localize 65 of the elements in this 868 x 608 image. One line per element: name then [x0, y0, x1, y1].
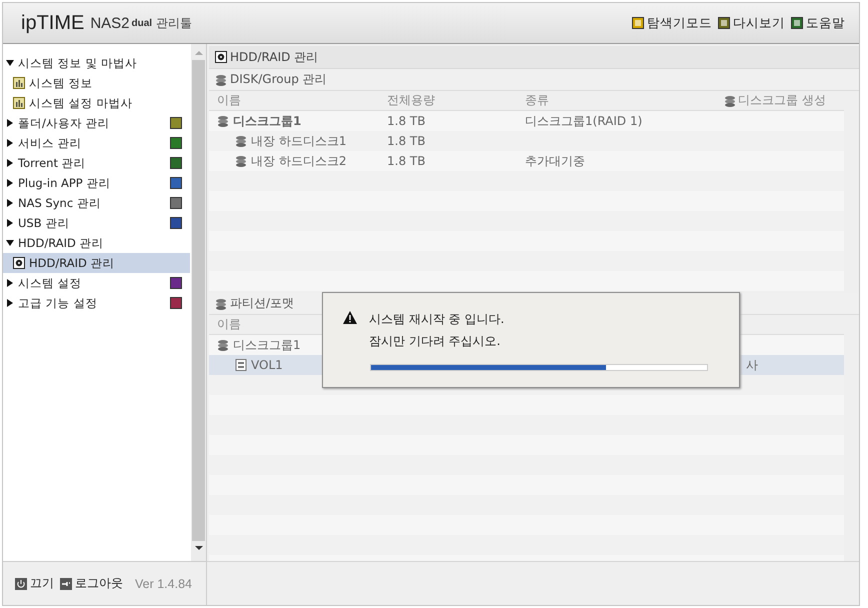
tree-item[interactable]: 시스템 설정 마법사: [3, 93, 190, 113]
column-header: 이름: [217, 316, 241, 333]
table-cell: 내장 하드디스크1: [217, 132, 387, 150]
tree-item[interactable]: 서비스 관리: [3, 133, 190, 153]
disk-icon: [13, 257, 25, 269]
header-link[interactable]: 도움말: [791, 14, 845, 32]
stack-icon: [215, 298, 227, 310]
warning-icon: [343, 311, 357, 324]
stack-icon: [217, 339, 229, 351]
tree-item[interactable]: 시스템 설정: [3, 273, 190, 293]
version-text: Ver 1.4.84: [135, 576, 192, 590]
disk-stack-icon: [235, 155, 247, 167]
header-link[interactable]: 다시보기: [718, 14, 785, 32]
table-cell-text: 1.8 TB: [387, 134, 426, 148]
table-cell-text: 추가대기중: [525, 152, 586, 170]
tree-item[interactable]: Torrent 관리: [3, 153, 190, 173]
disk-icon: [215, 51, 227, 63]
collapse-arrow-icon[interactable]: [6, 159, 14, 167]
table-cell-text: 1.8 TB: [387, 154, 426, 168]
model-name: NAS2: [90, 14, 130, 32]
key-icon: [60, 578, 72, 590]
collapse-arrow-icon[interactable]: [6, 219, 14, 227]
table-cell-text: 디스크그룹1(RAID 1): [525, 112, 644, 130]
tree-item[interactable]: 시스템 정보 및 마법사: [3, 53, 190, 73]
tree-item[interactable]: 폴더/사용자 관리: [3, 113, 190, 133]
stack-icon: [215, 74, 227, 86]
collapse-arrow-icon[interactable]: [6, 139, 14, 147]
tree-item[interactable]: HDD/RAID 관리: [3, 253, 190, 273]
tree-item[interactable]: HDD/RAID 관리: [3, 233, 190, 253]
tool-name: 관리툴: [156, 14, 192, 32]
tree-item[interactable]: USB 관리: [3, 213, 190, 233]
collapse-arrow-icon[interactable]: [6, 179, 14, 187]
tree-item[interactable]: NAS Sync 관리: [3, 193, 190, 213]
footer-button[interactable]: 로그아웃: [60, 575, 123, 592]
table-cell-text: 사: [746, 356, 759, 374]
brand-logo: ipTIME: [21, 12, 84, 34]
column-header: 이름: [217, 92, 241, 109]
expand-arrow-icon[interactable]: [6, 239, 14, 247]
model-suffix: dual: [132, 18, 152, 28]
tree-item[interactable]: 고급 기능 설정: [3, 293, 190, 313]
table-cell-text: 1.8 TB: [387, 114, 426, 128]
stack-icon: [724, 94, 736, 106]
header-link[interactable]: 탐색기모드: [632, 14, 712, 32]
collapse-arrow-icon[interactable]: [6, 279, 14, 287]
scroll-down-icon[interactable]: [194, 545, 202, 551]
collapse-arrow-icon[interactable]: [6, 119, 14, 127]
table-cell: 내장 하드디스크2: [217, 152, 387, 170]
chart-icon: [13, 97, 25, 109]
volume-icon: [235, 359, 247, 371]
collapse-arrow-icon[interactable]: [6, 199, 14, 207]
tree-item[interactable]: Plug-in APP 관리: [3, 173, 190, 193]
page-title: HDD/RAID 관리: [209, 46, 859, 69]
chart-icon: [13, 77, 25, 89]
disk-stack-icon: [235, 135, 247, 147]
column-header: 종류: [525, 92, 549, 109]
stack-icon: [217, 115, 229, 127]
tree-item[interactable]: 시스템 정보: [3, 73, 190, 93]
power-icon: [15, 578, 27, 590]
table-cell: 디스크그룹1: [217, 112, 387, 130]
column-header: 전체용량: [387, 92, 435, 109]
expand-arrow-icon[interactable]: [6, 59, 14, 67]
scrollbar[interactable]: [191, 44, 206, 561]
dialog-message: 잠시만 기다려 주십시오.: [369, 333, 502, 350]
footer-button[interactable]: 끄기: [15, 575, 54, 592]
collapse-arrow-icon[interactable]: [6, 299, 14, 307]
